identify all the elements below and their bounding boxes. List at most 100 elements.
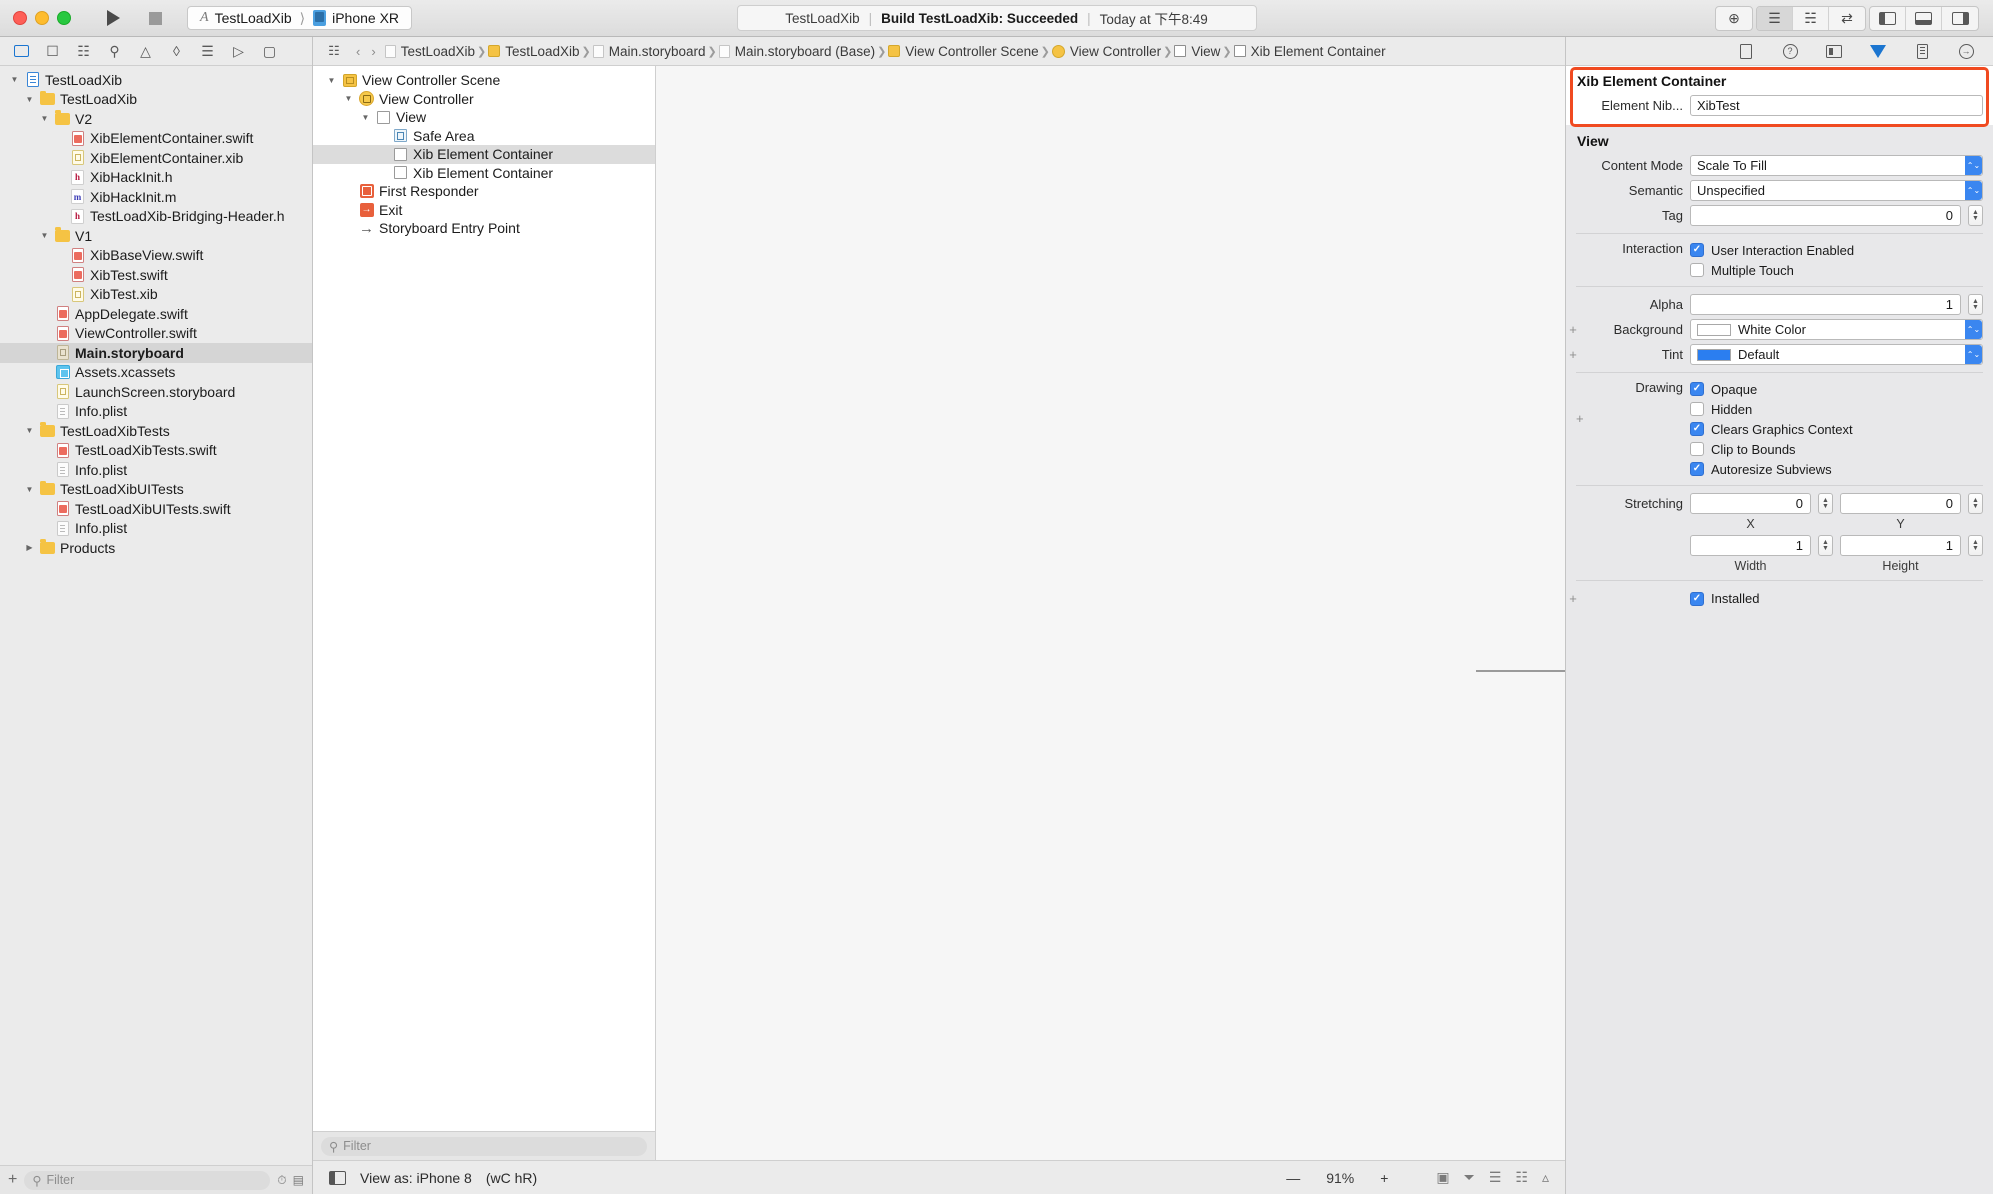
background-add-variation-button[interactable]: +: [1566, 322, 1580, 337]
file-tree-row[interactable]: Assets.xcassets: [0, 363, 312, 383]
user-interaction-checkbox[interactable]: [1690, 243, 1704, 257]
file-tree-row[interactable]: TestLoadXib: [0, 70, 312, 90]
file-tree-row[interactable]: ViewController.swift: [0, 324, 312, 344]
disclosure-triangle-icon[interactable]: [24, 95, 35, 104]
hidden-row[interactable]: Hidden: [1690, 400, 1853, 418]
breadcrumb-item[interactable]: Xib Element Container: [1233, 44, 1386, 59]
disclosure-triangle-icon[interactable]: [24, 426, 35, 435]
outline-row[interactable]: View Controller Scene: [313, 71, 655, 90]
source-control-filter-button[interactable]: ▤: [293, 1173, 304, 1187]
standard-editor-button[interactable]: ☰: [1757, 6, 1793, 30]
outline-row[interactable]: View: [313, 108, 655, 127]
breadcrumb-item[interactable]: TestLoadXib: [488, 44, 580, 59]
minimize-window-button[interactable]: [35, 11, 49, 25]
opaque-row[interactable]: Opaque: [1690, 380, 1853, 398]
zoom-window-button[interactable]: [57, 11, 71, 25]
align-icon[interactable]: ☰: [1489, 1169, 1502, 1186]
add-file-button[interactable]: +: [8, 1171, 17, 1189]
breadcrumb-item[interactable]: View Controller Scene: [888, 44, 1039, 59]
stop-button[interactable]: [135, 5, 175, 31]
navigate-back-button[interactable]: ‹: [354, 44, 362, 59]
file-tree-row[interactable]: h TestLoadXib-Bridging-Header.h: [0, 207, 312, 227]
disclosure-triangle-icon[interactable]: [24, 543, 35, 552]
file-tree-row[interactable]: Info.plist: [0, 460, 312, 480]
disclosure-triangle-icon[interactable]: [39, 231, 50, 240]
disclosure-triangle-icon[interactable]: [39, 114, 50, 123]
size-inspector-tab[interactable]: [1913, 42, 1931, 60]
breadcrumb-item[interactable]: View: [1174, 44, 1220, 59]
related-items-button[interactable]: ☷: [321, 40, 347, 62]
file-tree-row[interactable]: XibTest.swift: [0, 265, 312, 285]
semantic-select[interactable]: Unspecified: [1690, 180, 1983, 201]
connections-inspector-tab[interactable]: →: [1957, 42, 1975, 60]
content-mode-select[interactable]: Scale To Fill: [1690, 155, 1983, 176]
autoresize-row[interactable]: Autoresize Subviews: [1690, 460, 1853, 478]
background-color-select[interactable]: White Color: [1690, 319, 1983, 340]
clip-bounds-checkbox[interactable]: [1690, 442, 1704, 456]
outline-row[interactable]: First Responder: [313, 182, 655, 201]
quick-help-tab[interactable]: ?: [1781, 42, 1799, 60]
disclosure-triangle-icon[interactable]: [343, 94, 354, 103]
breadcrumb-item[interactable]: View Controller: [1051, 44, 1161, 59]
outline-row[interactable]: Exit: [313, 201, 655, 220]
embed-in-icon[interactable]: ⏷: [1464, 1169, 1475, 1186]
stretching-height-input[interactable]: 1: [1840, 535, 1961, 556]
breakpoint-navigator-button[interactable]: ▷: [223, 39, 254, 63]
user-interaction-row[interactable]: User Interaction Enabled: [1690, 241, 1854, 259]
file-inspector-tab[interactable]: [1737, 42, 1755, 60]
interface-builder-canvas[interactable]: ◉ ▣ → 9:41 AM Button: [656, 66, 1565, 1160]
attributes-inspector-tab[interactable]: [1869, 42, 1887, 60]
file-tree-row[interactable]: TestLoadXibUITests: [0, 480, 312, 500]
run-button[interactable]: [93, 5, 133, 31]
outline-row[interactable]: View Controller: [313, 90, 655, 109]
toggle-navigator-button[interactable]: [1870, 6, 1906, 30]
breadcrumb-item[interactable]: Main.storyboard: [592, 44, 706, 59]
file-tree-row[interactable]: TestLoadXibTests: [0, 421, 312, 441]
stretching-y-input[interactable]: 0: [1840, 493, 1961, 514]
breadcrumb-item[interactable]: Main.storyboard (Base): [718, 44, 875, 59]
outline-row[interactable]: Xib Element Container: [313, 145, 655, 164]
file-tree-row[interactable]: Info.plist: [0, 402, 312, 422]
identity-inspector-tab[interactable]: [1825, 42, 1843, 60]
tag-stepper[interactable]: ▲ ▼: [1968, 205, 1983, 226]
file-tree-row[interactable]: XibElementContainer.xib: [0, 148, 312, 168]
zoom-in-button[interactable]: +: [1380, 1170, 1388, 1186]
clears-graphics-checkbox[interactable]: [1690, 422, 1704, 436]
file-tree-row[interactable]: Products: [0, 538, 312, 558]
file-tree-row[interactable]: TestLoadXibUITests.swift: [0, 499, 312, 519]
stretching-height-stepper[interactable]: ▲ ▼: [1968, 535, 1983, 556]
issue-navigator-button[interactable]: △: [130, 39, 161, 63]
hidden-checkbox[interactable]: [1690, 402, 1704, 416]
close-window-button[interactable]: [13, 11, 27, 25]
disclosure-triangle-icon[interactable]: [360, 113, 371, 122]
alpha-stepper[interactable]: ▲ ▼: [1968, 294, 1983, 315]
breadcrumb-path[interactable]: TestLoadXib ❯ TestLoadXib ❯ Main.storyboard ❯…: [384, 44, 1386, 59]
symbol-navigator-button[interactable]: ☷: [68, 39, 99, 63]
test-navigator-button[interactable]: ◊: [161, 39, 192, 63]
project-navigator-button[interactable]: [6, 39, 37, 63]
outline-row[interactable]: Safe Area: [313, 127, 655, 146]
report-navigator-button[interactable]: ▢: [254, 39, 285, 63]
update-frames-icon[interactable]: ▣: [1436, 1169, 1449, 1186]
multiple-touch-checkbox[interactable]: [1690, 263, 1704, 277]
clears-graphics-row[interactable]: Clears Graphics Context: [1690, 420, 1853, 438]
clip-bounds-row[interactable]: Clip to Bounds: [1690, 440, 1853, 458]
hidden-add-variation-button[interactable]: +: [1576, 411, 1584, 426]
stretching-y-stepper[interactable]: ▲ ▼: [1968, 493, 1983, 514]
stretching-x-stepper[interactable]: ▲ ▼: [1818, 493, 1833, 514]
file-tree-row[interactable]: AppDelegate.swift: [0, 304, 312, 324]
file-tree-row[interactable]: Main.storyboard: [0, 343, 312, 363]
file-tree-row[interactable]: XibTest.xib: [0, 285, 312, 305]
view-as-label[interactable]: View as: iPhone 8: [360, 1170, 472, 1186]
alpha-input[interactable]: 1: [1690, 294, 1961, 315]
view-as-icon[interactable]: [329, 1170, 346, 1185]
disclosure-triangle-icon[interactable]: [326, 76, 337, 85]
add-constraints-icon[interactable]: ☷: [1515, 1169, 1528, 1186]
file-tree-row[interactable]: V1: [0, 226, 312, 246]
file-tree-row[interactable]: LaunchScreen.storyboard: [0, 382, 312, 402]
file-tree-row[interactable]: h XibHackInit.h: [0, 168, 312, 188]
element-nib-input[interactable]: XibTest: [1690, 95, 1983, 116]
zoom-out-button[interactable]: —: [1286, 1170, 1300, 1186]
disclosure-triangle-icon[interactable]: [9, 75, 20, 84]
resolve-issues-icon[interactable]: ▵: [1542, 1169, 1549, 1186]
